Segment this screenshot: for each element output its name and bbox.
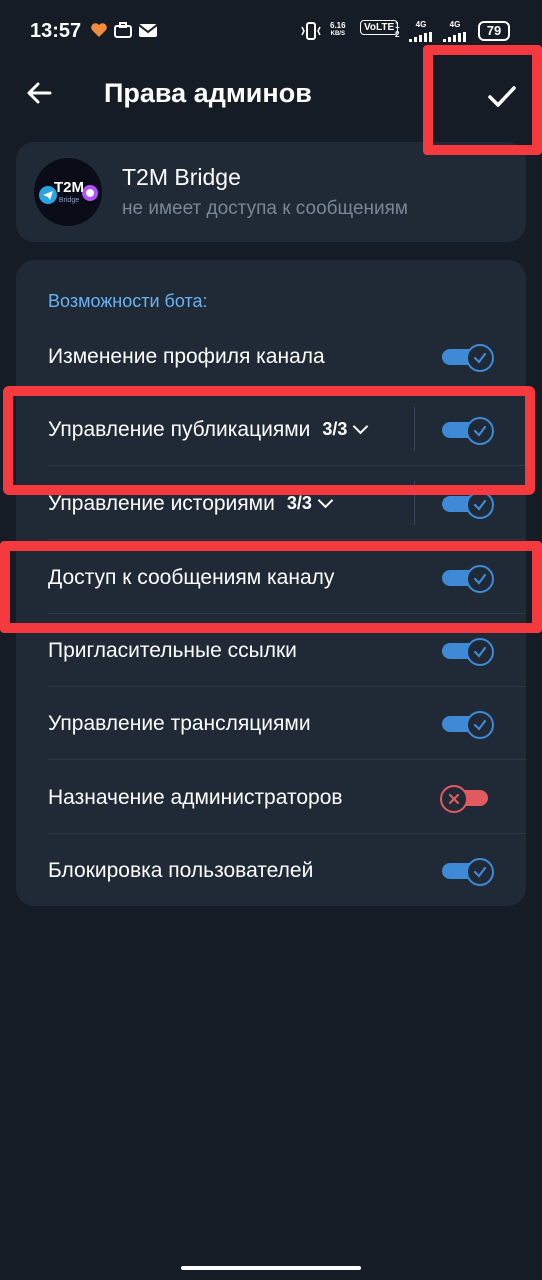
permission-label: Назначение администраторов: [48, 785, 343, 809]
permission-row-livestreams[interactable]: Управление трансляциями: [16, 687, 526, 760]
check-icon: [473, 866, 487, 878]
page-title: Права админов: [104, 78, 312, 108]
briefcase-icon: [114, 22, 132, 38]
sim-slot-1: 1: [395, 21, 400, 30]
permission-toggle[interactable]: [440, 783, 494, 813]
battery-indicator: 79: [478, 21, 510, 41]
section-title: Возможности бота:: [48, 291, 208, 311]
permission-toggle[interactable]: [442, 342, 494, 372]
signal-1: 4G: [408, 20, 434, 47]
permission-toggle[interactable]: [442, 856, 494, 886]
home-indicator: [181, 1266, 361, 1270]
close-icon: [448, 793, 460, 804]
permission-row-ban-users[interactable]: Блокировка пользователей: [16, 834, 526, 907]
signal-2: 4G: [442, 20, 468, 47]
bot-logo-text: T2M: [54, 179, 84, 196]
bot-logo-icon: T2M Bridge: [34, 158, 102, 226]
permission-row-add-admins[interactable]: Назначение администраторов: [16, 761, 526, 834]
permission-label: Управление трансляциями: [48, 711, 311, 735]
back-button[interactable]: [22, 76, 56, 110]
net-speed-value: 6.16: [330, 21, 346, 30]
permission-label: Изменение профиля канала: [48, 344, 325, 368]
check-icon: [473, 352, 487, 364]
notification-icons: [90, 22, 158, 38]
bot-avatar: T2M Bridge: [34, 158, 102, 226]
heart-app-icon: [91, 23, 107, 37]
check-icon: [473, 719, 487, 731]
bot-status: не имеет доступа к сообщениям: [122, 198, 408, 219]
signal-1-label: 4G: [415, 20, 427, 29]
mail-icon: [138, 23, 158, 37]
permission-toggle[interactable]: [442, 709, 494, 739]
bot-logo-subtext: Bridge: [59, 197, 79, 204]
chevron-down-icon[interactable]: [317, 492, 334, 509]
permission-label: Управление историями: [48, 491, 275, 515]
check-icon: [473, 646, 487, 658]
permission-label: Пригласительные ссылки: [48, 638, 297, 662]
bluetooth-vibrate-icon: [301, 22, 321, 40]
permission-label: Блокировка пользователей: [48, 858, 314, 882]
arrow-left-icon: [27, 82, 52, 104]
signal-bars-icon: [443, 32, 466, 42]
permission-toggle[interactable]: [442, 636, 494, 666]
check-icon: [473, 499, 487, 511]
highlight-box-channel-messages: [0, 541, 542, 633]
net-speed: 6.16 KB/S: [330, 21, 346, 39]
volte-badge: VoLTE: [360, 20, 399, 35]
signal-2-label: 4G: [449, 20, 461, 29]
highlight-box-confirm: [423, 45, 542, 155]
signal-bars-icon: [409, 32, 432, 42]
status-time: 13:57: [30, 20, 82, 42]
net-speed-unit: KB/S: [330, 31, 345, 37]
permission-row-change-profile[interactable]: Изменение профиля канала: [16, 320, 526, 393]
highlight-box-manage-posts: [3, 386, 535, 495]
bot-name: T2M Bridge: [122, 164, 241, 190]
sim-slot-2: 2: [395, 30, 400, 39]
sim-slots: 1 2: [395, 21, 399, 39]
permission-count[interactable]: 3/3: [287, 493, 312, 514]
